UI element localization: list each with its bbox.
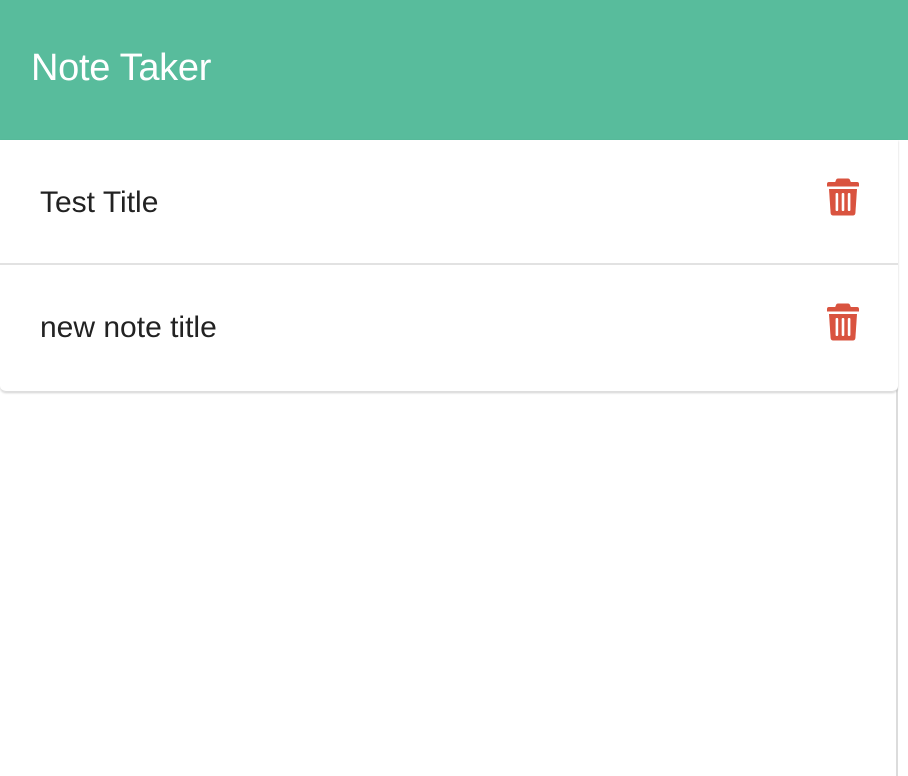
trash-icon: [827, 178, 859, 216]
note-list: Test Title new note title: [0, 140, 898, 392]
note-title: new note title: [40, 311, 217, 344]
note-list-item[interactable]: new note title: [0, 265, 898, 392]
note-list-panel: Test Title new note title: [0, 140, 898, 776]
trash-icon: [827, 303, 859, 341]
delete-note-button[interactable]: [827, 178, 859, 216]
app-title[interactable]: Note Taker: [31, 46, 211, 90]
delete-note-button[interactable]: [827, 303, 859, 341]
navbar: Note Taker: [0, 0, 908, 140]
note-title: Test Title: [40, 186, 159, 219]
note-list-item[interactable]: Test Title: [0, 140, 898, 265]
